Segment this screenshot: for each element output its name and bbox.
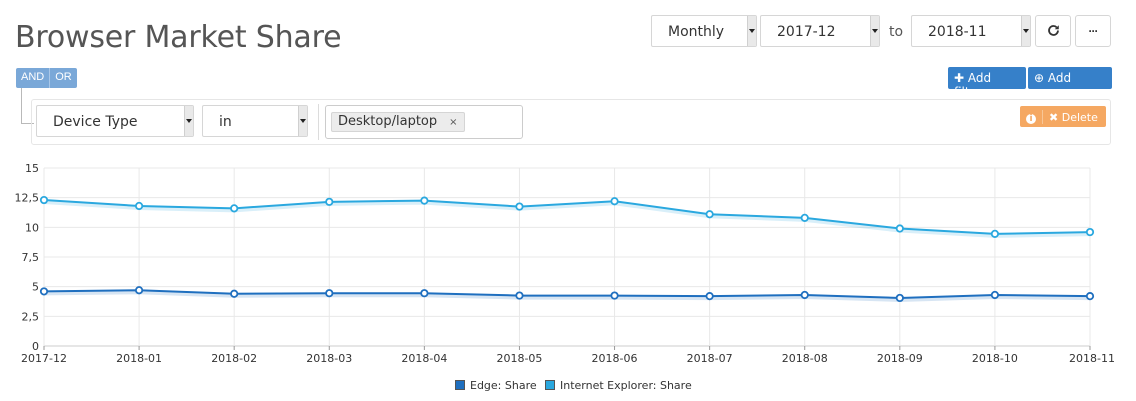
filter-operator-select[interactable]: in <box>202 105 308 137</box>
filter-value-tag-label: Desktop/laptop <box>338 114 438 129</box>
y-tick-label: 15 <box>25 162 39 175</box>
interval-value: Monthly <box>668 24 725 40</box>
filter-divider <box>318 104 319 140</box>
data-point <box>515 291 524 300</box>
filter-value-input[interactable]: Desktop/laptop × <box>325 105 523 139</box>
data-point <box>990 229 1000 238</box>
plus-icon: ✚ <box>954 71 965 85</box>
chevron-down-icon <box>298 106 307 136</box>
x-tick-label: 2018-06 <box>592 352 638 365</box>
data-point <box>705 292 714 301</box>
interval-select[interactable]: Monthly <box>651 15 757 47</box>
x-tick-label: 2018-05 <box>496 352 542 365</box>
x-tick-label: 2018-10 <box>972 352 1018 365</box>
add-group-button[interactable]: ⊕ Add group <box>1028 67 1112 99</box>
logic-toggle[interactable]: AND OR <box>16 68 77 88</box>
end-date-select[interactable]: 2018-11 <box>911 15 1031 47</box>
y-tick-label: 10 <box>25 221 39 234</box>
start-date-select[interactable]: 2017-12 <box>760 15 880 47</box>
y-tick-label: 0 <box>32 340 39 353</box>
close-icon: ✖ <box>1049 111 1059 124</box>
start-date-value: 2017-12 <box>777 24 836 40</box>
legend-item-ie[interactable]: Internet Explorer: Share <box>545 379 692 392</box>
or-toggle[interactable]: OR <box>49 68 77 88</box>
x-tick-label: 2018-07 <box>687 352 733 365</box>
legend-label-ie: Internet Explorer: Share <box>560 379 692 392</box>
x-tick-label: 2018-04 <box>401 352 447 365</box>
legend-swatch-edge <box>455 380 465 390</box>
data-point <box>1085 227 1095 237</box>
line-chart: 0 2,5 5 7,5 10 12,5 15 2017-12 2018-01 2018-02 201… <box>15 162 1116 365</box>
series-line-1 <box>43 199 1091 235</box>
info-icon: i <box>1026 114 1036 124</box>
data-point <box>325 197 334 206</box>
x-tick-label: 2018-09 <box>877 352 923 365</box>
button-separator <box>1042 110 1043 124</box>
legend-label-edge: Edge: Share <box>470 379 537 392</box>
tag-remove-icon[interactable]: × <box>449 117 457 128</box>
data-point <box>895 224 904 233</box>
refresh-button[interactable] <box>1035 15 1071 47</box>
refresh-icon <box>1047 25 1059 36</box>
data-point <box>1085 292 1095 301</box>
filter-value-tag: Desktop/laptop × <box>331 112 465 132</box>
legend-swatch-ie <box>545 380 555 390</box>
chevron-down-icon <box>184 106 193 136</box>
data-point <box>420 196 429 205</box>
delete-label: Delete <box>1061 111 1098 124</box>
data-point <box>705 210 714 219</box>
filter-operator-value: in <box>219 114 232 130</box>
data-point <box>610 197 619 206</box>
x-tick-label: 2018-03 <box>306 352 352 365</box>
data-point <box>420 289 429 298</box>
data-point <box>325 289 334 298</box>
x-tick-label: 2017-12 <box>21 352 67 365</box>
y-tick-label: 7,5 <box>22 251 40 264</box>
data-point <box>515 202 524 211</box>
data-point <box>230 204 239 213</box>
x-tick-label: 2018-01 <box>116 352 162 365</box>
series-shadow <box>43 200 1091 238</box>
x-tick-label: 2018-11 <box>1069 352 1115 365</box>
x-tick-label: 2018-02 <box>211 352 257 365</box>
add-filter-button[interactable]: ✚ Add filter <box>948 67 1026 99</box>
chevron-down-icon <box>870 16 879 46</box>
chevron-down-icon <box>1021 16 1030 46</box>
and-toggle[interactable]: AND <box>16 68 49 88</box>
legend-item-edge[interactable]: Edge: Share <box>455 379 537 392</box>
x-tick-label: 2018-08 <box>782 352 828 365</box>
data-point <box>610 291 619 300</box>
more-icon: ··· <box>1088 24 1099 38</box>
data-point <box>39 195 49 205</box>
y-tick-label: 12,5 <box>15 192 40 205</box>
page-title: Browser Market Share <box>15 20 342 55</box>
data-point <box>134 286 144 295</box>
data-point <box>39 287 49 296</box>
to-label: to <box>889 24 904 40</box>
data-point <box>800 290 809 300</box>
more-options-button[interactable]: ··· <box>1075 15 1111 47</box>
delete-rule-button[interactable]: i ✖ Delete <box>1020 106 1106 127</box>
filter-field-value: Device Type <box>53 114 138 130</box>
data-point <box>800 213 809 222</box>
series-line-0 <box>43 289 1091 299</box>
y-tick-label: 5 <box>32 281 39 294</box>
data-point <box>230 289 239 298</box>
data-point <box>895 293 904 303</box>
chevron-down-icon <box>747 16 756 46</box>
filter-field-select[interactable]: Device Type <box>36 105 194 137</box>
y-tick-label: 2,5 <box>22 310 40 323</box>
series-shadow <box>43 290 1091 302</box>
data-point <box>134 201 144 211</box>
end-date-value: 2018-11 <box>928 24 987 40</box>
data-point <box>990 290 1000 300</box>
plus-circle-icon: ⊕ <box>1034 71 1045 85</box>
